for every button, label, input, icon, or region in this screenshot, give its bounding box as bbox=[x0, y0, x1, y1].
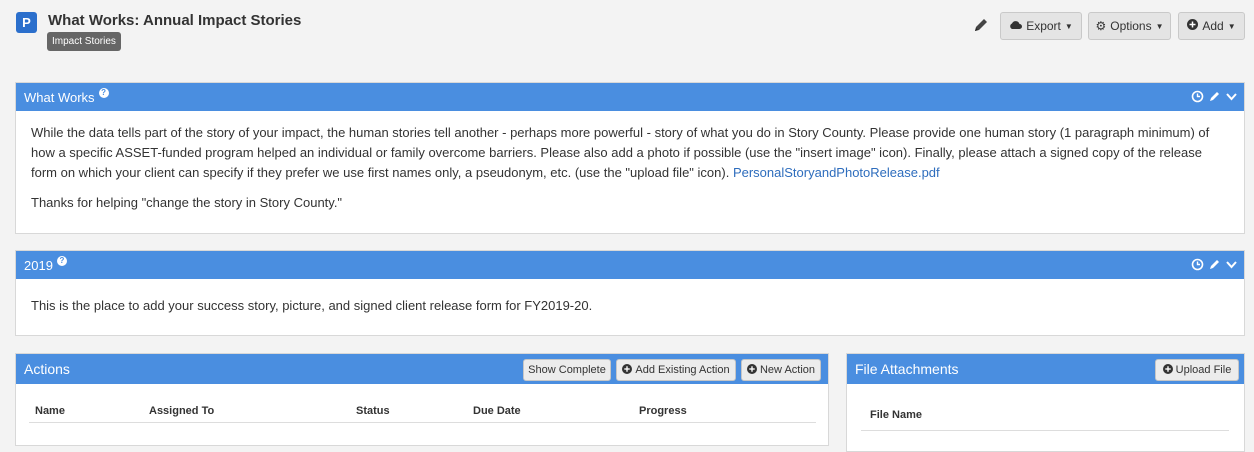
gear-icon: ⚙ bbox=[1095, 19, 1107, 33]
panel-tools bbox=[1191, 258, 1238, 274]
caret-down-icon: ▼ bbox=[1155, 21, 1164, 31]
category-tag[interactable]: Impact Stories bbox=[47, 32, 121, 51]
column-header-progress[interactable]: Progress bbox=[639, 405, 687, 417]
panel-tools bbox=[1191, 90, 1238, 106]
edit-pencil-icon[interactable] bbox=[1208, 258, 1221, 274]
story-instructions: This is the place to add your success st… bbox=[31, 298, 593, 313]
edit-pencil-icon[interactable] bbox=[1208, 90, 1221, 106]
export-button[interactable]: Export ▼ bbox=[1000, 12, 1082, 40]
chevron-down-icon[interactable] bbox=[1225, 258, 1238, 274]
edit-pencil-icon[interactable] bbox=[972, 16, 990, 34]
cloud-icon bbox=[1009, 19, 1023, 33]
options-button[interactable]: ⚙ Options ▼ bbox=[1088, 12, 1171, 40]
show-complete-label: Show Complete bbox=[528, 364, 606, 376]
help-icon[interactable]: ? bbox=[98, 88, 109, 98]
options-label: Options bbox=[1110, 19, 1152, 33]
what-works-panel: What Works ? While the data tells part o… bbox=[15, 82, 1245, 234]
add-existing-action-button[interactable]: Add Existing Action bbox=[616, 359, 736, 381]
upload-file-button[interactable]: Upload File bbox=[1155, 359, 1239, 381]
file-attachments-title: File Attachments bbox=[855, 361, 959, 377]
panel-title: 2019 bbox=[24, 257, 53, 273]
add-button[interactable]: Add ▼ bbox=[1178, 12, 1245, 40]
panel-header: What Works ? bbox=[16, 83, 1244, 111]
column-header-assigned-to[interactable]: Assigned To bbox=[149, 405, 214, 417]
actions-title: Actions bbox=[24, 361, 70, 377]
page-title: What Works: Annual Impact Stories bbox=[48, 12, 302, 29]
history-icon[interactable] bbox=[1191, 258, 1204, 274]
panel-title: What Works bbox=[24, 89, 95, 105]
upload-file-label: Upload File bbox=[1175, 364, 1232, 376]
panel-header: 2019 ? bbox=[16, 251, 1244, 279]
year-2019-panel: 2019 ? This is the place to add your suc… bbox=[15, 250, 1245, 336]
column-header-status[interactable]: Status bbox=[356, 405, 390, 417]
caret-down-icon: ▼ bbox=[1227, 21, 1236, 31]
actions-panel: Actions Show Complete Add Existing Actio… bbox=[15, 353, 829, 446]
plus-circle-icon bbox=[746, 363, 757, 377]
panel-body: This is the place to add your success st… bbox=[31, 296, 1229, 326]
plus-circle-icon bbox=[622, 363, 633, 377]
column-header-name[interactable]: Name bbox=[35, 405, 65, 417]
export-label: Export bbox=[1026, 19, 1061, 33]
history-icon[interactable] bbox=[1191, 90, 1204, 106]
new-action-button[interactable]: New Action bbox=[741, 359, 821, 381]
plus-circle-icon bbox=[1162, 363, 1173, 377]
table-header-divider bbox=[29, 422, 816, 423]
plus-circle-icon bbox=[1187, 19, 1199, 33]
instructions-paragraph: While the data tells part of the story o… bbox=[31, 123, 1229, 183]
caret-down-icon: ▼ bbox=[1064, 21, 1073, 31]
new-action-label: New Action bbox=[759, 364, 816, 376]
help-icon[interactable]: ? bbox=[56, 256, 67, 266]
file-attachments-panel: File Attachments Upload File File Name bbox=[846, 353, 1245, 452]
column-header-file-name[interactable]: File Name bbox=[870, 409, 922, 421]
instructions-text: While the data tells part of the story o… bbox=[31, 125, 1210, 180]
table-header-divider bbox=[861, 430, 1229, 431]
column-header-due-date[interactable]: Due Date bbox=[473, 405, 521, 417]
chevron-down-icon[interactable] bbox=[1225, 90, 1238, 106]
release-form-link[interactable]: PersonalStoryandPhotoRelease.pdf bbox=[733, 165, 940, 180]
add-label: Add bbox=[1202, 19, 1224, 33]
thanks-paragraph: Thanks for helping "change the story in … bbox=[31, 195, 343, 210]
page-header: P What Works: Annual Impact Stories Impa… bbox=[0, 0, 1254, 70]
panel-body: While the data tells part of the story o… bbox=[31, 123, 1229, 223]
project-badge: P bbox=[16, 12, 37, 33]
add-existing-action-label: Add Existing Action bbox=[635, 364, 730, 376]
show-complete-button[interactable]: Show Complete bbox=[523, 359, 611, 381]
